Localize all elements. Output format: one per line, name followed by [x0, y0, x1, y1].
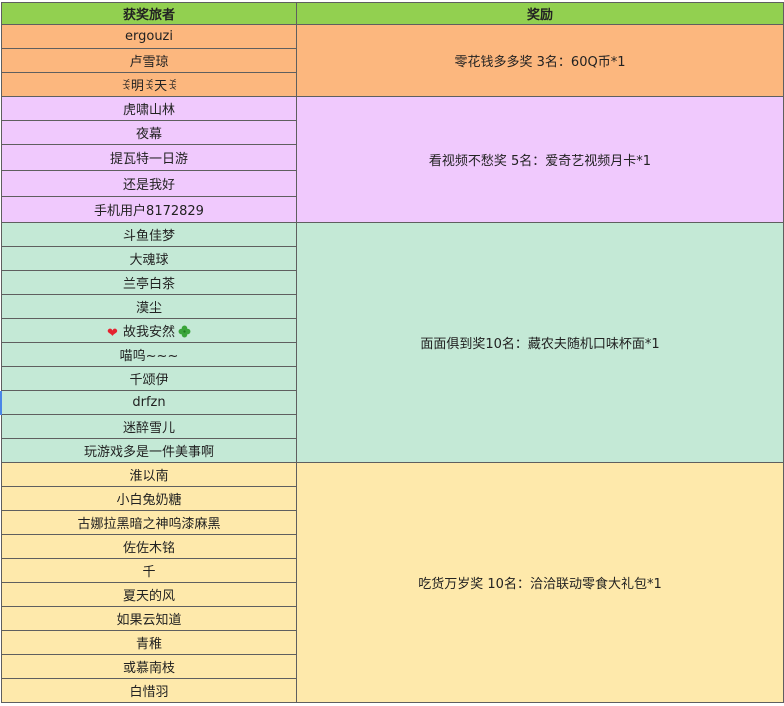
- winner-cell[interactable]: 提瓦特一日游: [1, 144, 297, 171]
- winner-name: 故我安然: [122, 324, 175, 340]
- header-row: 获奖旅者 奖励: [1, 2, 784, 25]
- winner-cell[interactable]: 夜幕: [1, 120, 297, 145]
- winner-cell[interactable]: 夏天的风: [1, 582, 297, 607]
- table-row: ergouzi 零花钱多多奖 3名：60Q币*1: [1, 24, 784, 97]
- prize-column-header[interactable]: 奖励: [296, 2, 784, 25]
- winner-column-header[interactable]: 获奖旅者: [1, 2, 297, 25]
- winner-cell[interactable]: 千颂伊: [1, 366, 297, 391]
- winner-cell[interactable]: 兰亭白茶: [1, 270, 297, 295]
- winner-cell-with-icons[interactable]: ❤ 故我安然: [1, 318, 297, 343]
- prize-cell-group-1[interactable]: 零花钱多多奖 3名：60Q币*1: [296, 24, 784, 97]
- winners-table: 获奖旅者 奖励 ergouzi 零花钱多多奖 3名：60Q币*1 卢雪琼 ꉂ明ꉂ…: [1, 2, 784, 703]
- four-leaf-clover-icon: [178, 325, 191, 337]
- prize-cell-group-4[interactable]: 吃货万岁奖 10名：洽洽联动零食大礼包*1: [296, 462, 784, 703]
- winner-cell[interactable]: 青稚: [1, 630, 297, 655]
- winner-cell[interactable]: 小白兔奶糖: [1, 486, 297, 511]
- winner-cell[interactable]: 古娜拉黑暗之神呜漆麻黑: [1, 510, 297, 535]
- winner-cell[interactable]: 虎啸山林: [1, 96, 297, 121]
- winner-cell[interactable]: 或慕南枝: [1, 654, 297, 679]
- winner-cell[interactable]: ꉂ明ꉂ天ꉂ: [1, 72, 297, 97]
- winner-cell[interactable]: 迷醉雪儿: [1, 414, 297, 439]
- winner-cell[interactable]: ergouzi: [1, 24, 297, 49]
- winner-cell[interactable]: 如果云知道: [1, 606, 297, 631]
- winner-cell[interactable]: 喵呜~~~: [1, 342, 297, 367]
- winner-cell[interactable]: 卢雪琼: [1, 48, 297, 73]
- winner-cell[interactable]: 大魂球: [1, 246, 297, 271]
- table-row: 淮以南 吃货万岁奖 10名：洽洽联动零食大礼包*1: [1, 462, 784, 703]
- table-row: 虎啸山林 看视频不愁奖 5名：爱奇艺视频月卡*1: [1, 96, 784, 223]
- winner-cell[interactable]: 千: [1, 558, 297, 583]
- winner-cell[interactable]: 佐佐木铭: [1, 534, 297, 559]
- winner-cell[interactable]: 斗鱼佳梦: [1, 222, 297, 247]
- heart-icon: ❤: [107, 325, 118, 341]
- prize-cell-group-3[interactable]: 面面俱到奖10名：藏农夫随机口味杯面*1: [296, 222, 784, 463]
- cell-selection-indicator: [0, 391, 2, 415]
- winner-cell[interactable]: drfzn: [1, 390, 297, 415]
- winner-cell[interactable]: 淮以南: [1, 462, 297, 487]
- winner-cell[interactable]: 白惜羽: [1, 678, 297, 703]
- winner-cell[interactable]: 手机用户8172829: [1, 196, 297, 223]
- winner-cell[interactable]: 漠尘: [1, 294, 297, 319]
- winner-cell[interactable]: 玩游戏多是一件美事啊: [1, 438, 297, 463]
- prize-cell-group-2[interactable]: 看视频不愁奖 5名：爱奇艺视频月卡*1: [296, 96, 784, 223]
- winner-cell[interactable]: 还是我好: [1, 170, 297, 197]
- table-row: 斗鱼佳梦 面面俱到奖10名：藏农夫随机口味杯面*1: [1, 222, 784, 463]
